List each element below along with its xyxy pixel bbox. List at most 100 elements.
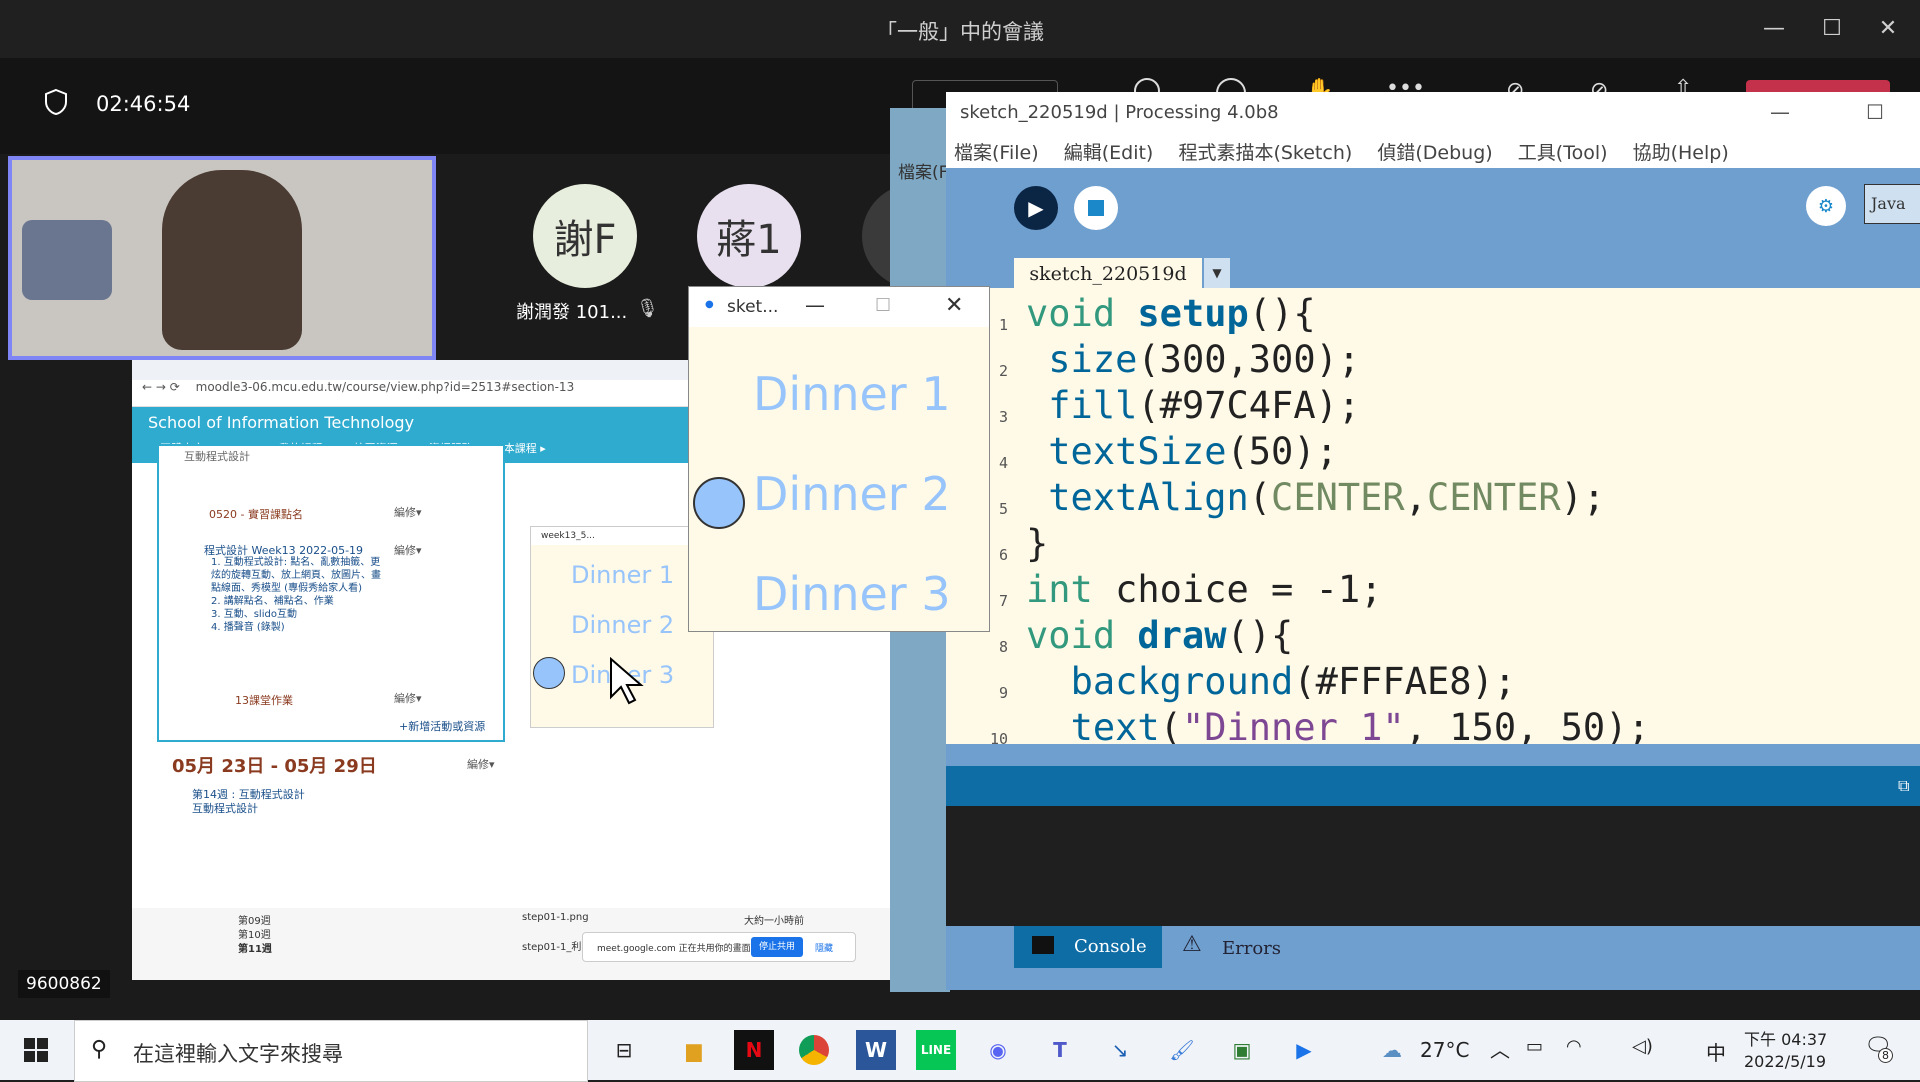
section-label: 互動程式設計	[184, 450, 250, 463]
debugger-icon[interactable]: ⚙	[1806, 186, 1846, 226]
week-nav-item[interactable]: 第09週	[238, 912, 271, 927]
file-time: 大約一小時前	[744, 916, 804, 927]
stop-button[interactable]	[1074, 186, 1118, 230]
windows-start-icon[interactable]	[16, 1030, 56, 1070]
console-area[interactable]	[946, 806, 1920, 926]
chrome-icon[interactable]	[794, 1030, 834, 1070]
desc-line: 4. 播聲音 (錄製)	[211, 622, 285, 633]
processing-app-icon[interactable]: ↘	[1100, 1030, 1140, 1070]
copy-icon[interactable]: ⧉	[1898, 776, 1909, 796]
sketch-output-window: ● sket... — ☐ ✕ Dinner 1 Dinner 2 Dinner…	[688, 286, 990, 632]
small-dinner-1: Dinner 1	[571, 561, 675, 589]
participant-avatar[interactable]: 謝F	[533, 184, 637, 288]
week-nav-item[interactable]: 第11週	[238, 940, 272, 955]
line-number: 10	[989, 730, 1008, 744]
code-line-9: background(#FFFAE8);	[1070, 660, 1517, 703]
url-text[interactable]: moodle3-06.mcu.edu.tw/course/view.php?id…	[196, 380, 575, 394]
clock-date[interactable]: 2022/5/19	[1744, 1052, 1826, 1071]
notification-count: 8	[1878, 1048, 1893, 1063]
file-name[interactable]: step01-1_利	[522, 938, 581, 953]
notification-center[interactable]: 🗨 8	[1864, 1034, 1893, 1063]
nav-arrows[interactable]: ← → ⟳	[142, 380, 180, 394]
battery-icon[interactable]: ▭	[1526, 1036, 1543, 1057]
week-nav-item[interactable]: 第10週	[238, 926, 271, 941]
close-button[interactable]: ✕	[1866, 12, 1910, 46]
clock-time[interactable]: 下午 04:37	[1744, 1026, 1827, 1050]
discord-icon[interactable]: ◉	[978, 1030, 1018, 1070]
menu-help[interactable]: 協助(Help)	[1633, 142, 1729, 164]
menu-debug[interactable]: 偵錯(Debug)	[1377, 142, 1492, 164]
netflix-icon[interactable]: N	[734, 1030, 774, 1070]
add-activity-link[interactable]: +新增活動或資源	[399, 718, 485, 734]
edit-menu[interactable]: 編修▾	[394, 542, 422, 558]
share-notice-text: meet.google.com 正在共用你的畫面。	[597, 944, 760, 954]
meeting-timer: 02:46:54	[96, 92, 191, 116]
media-player-icon[interactable]: ▶	[1284, 1030, 1324, 1070]
run-button[interactable]: ▶	[1014, 186, 1058, 230]
activity-attendance[interactable]: 0520 - 實習課點名	[209, 506, 369, 522]
code-line-4: textSize(50);	[1048, 430, 1338, 473]
code-editor[interactable]: 1 2 3 4 5 6 7 8 9 10 void setup(){ size(…	[946, 288, 1920, 744]
teams-icon[interactable]: T	[1040, 1030, 1080, 1070]
weather-temp[interactable]: 27°C	[1420, 1038, 1469, 1062]
menu-file-behind[interactable]: 檔案(F	[898, 158, 948, 183]
edit-menu[interactable]: 編修▾	[394, 504, 422, 520]
maximize-button[interactable]: ☐	[1810, 12, 1854, 46]
photos-icon[interactable]: ▣	[1222, 1030, 1262, 1070]
processing-toolbar: ▶ ⚙ Java sketch_220519d ▼	[946, 168, 1920, 288]
processing-window: sketch_220519d | Processing 4.0b8 — ☐ 檔案…	[946, 92, 1920, 990]
maximize-button[interactable]: ☐	[875, 295, 891, 316]
volume-icon[interactable]: ◁)	[1632, 1036, 1653, 1057]
small-selection-circle	[533, 657, 565, 689]
sketch-canvas[interactable]: Dinner 1 Dinner 2 Dinner 3	[689, 327, 989, 631]
close-button[interactable]: ✕	[945, 293, 963, 318]
processing-titlebar: sketch_220519d | Processing 4.0b8 — ☐	[946, 92, 1920, 138]
search-placeholder: 在這裡輸入文字來搜尋	[133, 1042, 343, 1066]
errors-tab[interactable]: Errors	[1222, 938, 1281, 959]
maximize-button[interactable]: ☐	[1866, 100, 1884, 124]
desc-line: 1. 互動程式設計: 點名、亂數抽籤、更炫的旋轉互動、放上網頁、放圖片、畫點線面…	[211, 557, 381, 594]
word-icon[interactable]: W	[856, 1030, 896, 1070]
wifi-icon[interactable]: ◠	[1566, 1036, 1582, 1057]
menu-sketch[interactable]: 程式素描本(Sketch)	[1178, 142, 1352, 164]
code-line-6: }	[1026, 522, 1049, 565]
taskbar-search-box[interactable]: ⚲ 在這裡輸入文字來搜尋	[74, 1020, 588, 1082]
minimize-button[interactable]: —	[1770, 100, 1790, 124]
tab-sketch[interactable]: sketch_220519d	[1014, 258, 1202, 288]
line-number: 7	[998, 592, 1008, 610]
menu-tool[interactable]: 工具(Tool)	[1518, 142, 1608, 164]
menu-edit[interactable]: 編輯(Edit)	[1064, 142, 1154, 164]
warning-icon: ⚠	[1182, 932, 1202, 957]
week-heading: 05月 23日 - 05月 29日	[172, 756, 377, 777]
edit-menu[interactable]: 編修▾	[467, 756, 495, 772]
small-dinner-2: Dinner 2	[571, 611, 675, 639]
ime-indicator[interactable]: 中	[1706, 1037, 1726, 1066]
hide-button[interactable]: 隱藏	[815, 941, 833, 954]
stop-share-button[interactable]: 停止共用	[751, 937, 803, 957]
minimize-button[interactable]: —	[805, 293, 825, 317]
line-icon[interactable]: LINE	[916, 1030, 956, 1070]
mode-selector[interactable]: Java	[1864, 184, 1920, 224]
code-line-8: void draw(){	[1026, 614, 1294, 657]
object-in-hand	[22, 220, 112, 300]
week-sub2: 互動程式設計	[192, 802, 258, 815]
participant-avatar[interactable]: 蔣1	[697, 184, 801, 288]
sketch-title: sket...	[727, 297, 779, 317]
tab-menu-arrow[interactable]: ▼	[1204, 258, 1230, 288]
nav-this-course[interactable]: 本課程 ▸	[504, 440, 546, 456]
line-number: 1	[998, 316, 1008, 334]
file-name[interactable]: step01-1.png	[522, 912, 589, 923]
processing-menu-bar: 檔案(File) 編輯(Edit) 程式素描本(Sketch) 偵錯(Debug…	[946, 138, 1920, 168]
chevron-up-icon[interactable]: ︿	[1490, 1034, 1510, 1063]
paint-icon[interactable]: 🖌	[1162, 1030, 1202, 1070]
activity-homework[interactable]: 13課堂作業	[235, 692, 293, 708]
code-line-3: fill(#97C4FA);	[1048, 384, 1361, 427]
task-view-icon[interactable]: ⊟	[604, 1030, 644, 1070]
menu-file[interactable]: 檔案(File)	[954, 142, 1039, 164]
editor-divider[interactable]	[946, 744, 1920, 766]
line-number: 6	[998, 546, 1008, 564]
self-video-tile[interactable]	[8, 156, 436, 360]
edit-menu[interactable]: 編修▾	[394, 690, 422, 706]
file-explorer-icon[interactable]: ▆	[674, 1030, 714, 1070]
minimize-button[interactable]: —	[1752, 12, 1796, 46]
